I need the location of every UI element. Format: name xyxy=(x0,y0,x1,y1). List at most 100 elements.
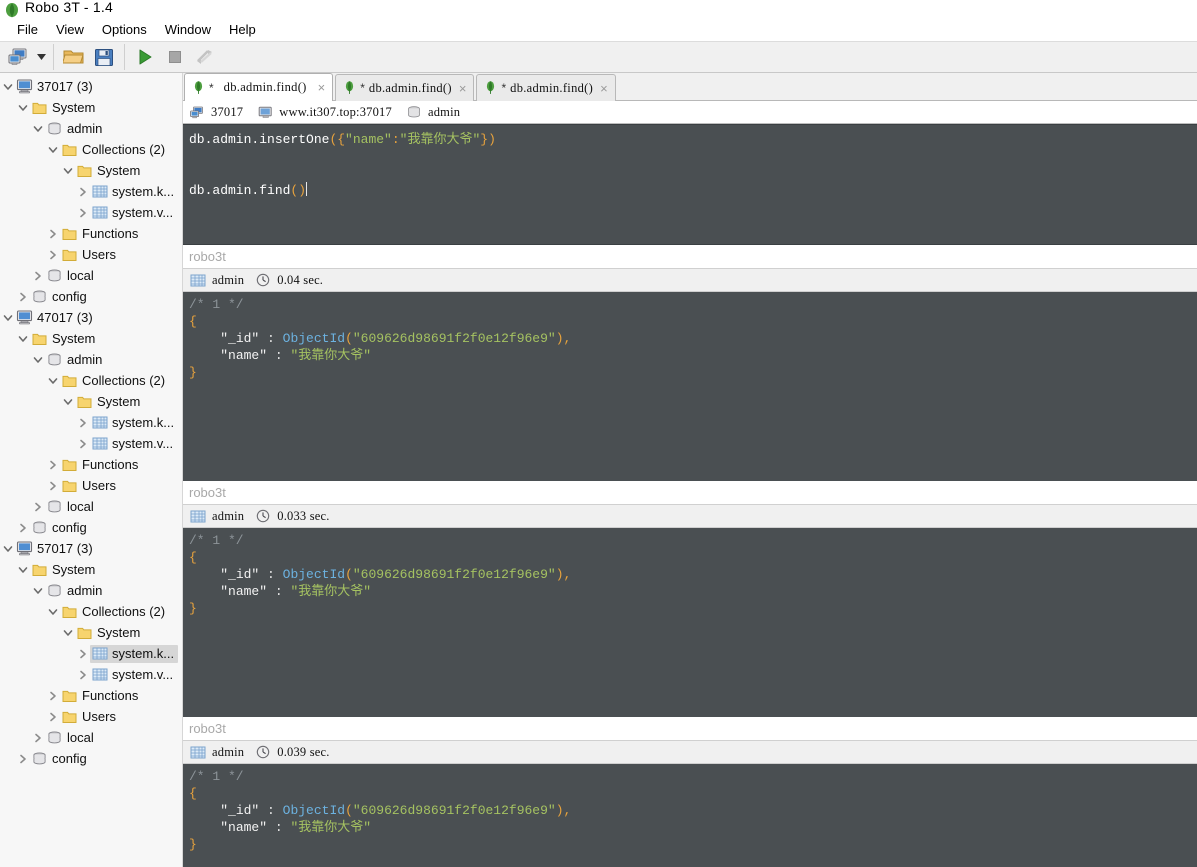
computers-icon xyxy=(189,105,205,119)
tree-twisty[interactable] xyxy=(30,265,45,286)
tree-twisty[interactable] xyxy=(75,202,90,223)
result-id-key: "_id" xyxy=(220,803,260,818)
tab-2[interactable]: * db.admin.find() × xyxy=(476,74,616,101)
tree-twisty[interactable] xyxy=(75,412,90,433)
tree-item-systemv[interactable]: system.v... xyxy=(0,433,182,454)
result-collection: admin xyxy=(189,745,244,760)
tree-twisty[interactable] xyxy=(0,76,15,97)
tree-item-systemk[interactable]: system.k... xyxy=(0,643,182,664)
tree-item-local[interactable]: local xyxy=(0,496,182,517)
tree-item-config[interactable]: config xyxy=(0,517,182,538)
tree-twisty[interactable] xyxy=(30,580,45,601)
tree-item-local[interactable]: local xyxy=(0,727,182,748)
tree-server-37017[interactable]: 37017 (3) xyxy=(0,76,182,97)
tree-item-systemk[interactable]: system.k... xyxy=(0,181,182,202)
tree-item-users[interactable]: Users xyxy=(0,475,182,496)
tree-twisty[interactable] xyxy=(30,118,45,139)
tree-item-collections2[interactable]: Collections (2) xyxy=(0,370,182,391)
tree-twisty[interactable] xyxy=(45,685,60,706)
tree-twisty[interactable] xyxy=(45,370,60,391)
tree-twisty[interactable] xyxy=(75,181,90,202)
tree-twisty[interactable] xyxy=(30,349,45,370)
explorer-tree-pane[interactable]: 37017 (3) System admin Collections (2) Syste… xyxy=(0,73,183,867)
tree-item-system[interactable]: System xyxy=(0,391,182,412)
tree-item-systemk[interactable]: system.k... xyxy=(0,412,182,433)
connect-dropdown[interactable] xyxy=(34,44,48,70)
tree-item-admin[interactable]: admin xyxy=(0,580,182,601)
menu-window[interactable]: Window xyxy=(156,20,220,39)
tree-twisty[interactable] xyxy=(0,538,15,559)
tab-0[interactable]: * db.admin.find() × xyxy=(184,73,334,101)
tree-item-collections2[interactable]: Collections (2) xyxy=(0,139,182,160)
tree-item-system[interactable]: System xyxy=(0,328,182,349)
tree-twisty[interactable] xyxy=(45,223,60,244)
tree-item-users[interactable]: Users xyxy=(0,244,182,265)
result-body[interactable]: /* 1 */{ "_id" : ObjectId("609626d98691f… xyxy=(183,292,1197,481)
tree-item-system[interactable]: System xyxy=(0,160,182,181)
editor-line-2: db.admin.find() xyxy=(189,182,1197,199)
tree-item-system[interactable]: System xyxy=(0,559,182,580)
open-script-button[interactable] xyxy=(59,43,89,71)
tree-item-systemv[interactable]: system.v... xyxy=(0,664,182,685)
database-icon xyxy=(31,289,48,305)
result-body[interactable]: /* 1 */{ "_id" : ObjectId("609626d98691f… xyxy=(183,764,1197,867)
tab-close-icon[interactable]: × xyxy=(459,82,467,95)
tree-item-users[interactable]: Users xyxy=(0,706,182,727)
tree-item-collections2[interactable]: Collections (2) xyxy=(0,601,182,622)
tree-twisty[interactable] xyxy=(15,748,30,769)
tree-server-57017[interactable]: 57017 (3) xyxy=(0,538,182,559)
tree-item-functions[interactable]: Functions xyxy=(0,223,182,244)
tree-twisty[interactable] xyxy=(0,307,15,328)
menu-options[interactable]: Options xyxy=(93,20,156,39)
tree-twisty[interactable] xyxy=(75,664,90,685)
tree-twisty[interactable] xyxy=(45,244,60,265)
tree-twisty[interactable] xyxy=(15,328,30,349)
menu-file[interactable]: File xyxy=(8,20,47,39)
tree-item-local[interactable]: local xyxy=(0,265,182,286)
tab-close-icon[interactable]: × xyxy=(600,82,608,95)
tree-item-system[interactable]: System xyxy=(0,97,182,118)
save-script-button[interactable] xyxy=(89,43,119,71)
tree-twisty[interactable] xyxy=(15,97,30,118)
tab-close-icon[interactable]: × xyxy=(318,81,326,94)
result-body[interactable]: /* 1 */{ "_id" : ObjectId("609626d98691f… xyxy=(183,528,1197,717)
tree-item-admin[interactable]: admin xyxy=(0,349,182,370)
tree-twisty[interactable] xyxy=(45,139,60,160)
tree-twisty[interactable] xyxy=(30,496,45,517)
tree-item-system[interactable]: System xyxy=(0,622,182,643)
tree-twisty[interactable] xyxy=(75,643,90,664)
tree-twisty[interactable] xyxy=(60,622,75,643)
tree-twisty[interactable] xyxy=(30,727,45,748)
tree-item-functions[interactable]: Functions xyxy=(0,685,182,706)
query-editor[interactable]: db.admin.insertOne({"name":"我靠你大爷"}) db.… xyxy=(183,124,1197,245)
tree-twisty[interactable] xyxy=(45,475,60,496)
refresh-button[interactable] xyxy=(190,43,220,71)
collection-icon xyxy=(92,185,107,198)
stop-button[interactable] xyxy=(160,43,190,71)
tree-item-systemv[interactable]: system.v... xyxy=(0,202,182,223)
result-title-bar: robo3t xyxy=(183,245,1197,268)
execute-button[interactable] xyxy=(130,43,160,71)
tree-server-47017[interactable]: 47017 (3) xyxy=(0,307,182,328)
tree-twisty[interactable] xyxy=(75,433,90,454)
tree-twisty[interactable] xyxy=(45,454,60,475)
chevron-right-icon xyxy=(79,670,86,679)
tree-item-functions[interactable]: Functions xyxy=(0,454,182,475)
tree-twisty[interactable] xyxy=(60,160,75,181)
tree-item-config[interactable]: config xyxy=(0,748,182,769)
collection-icon xyxy=(92,647,107,660)
connect-button[interactable] xyxy=(4,43,34,71)
folder-icon xyxy=(61,247,78,263)
tree-twisty[interactable] xyxy=(15,286,30,307)
tree-twisty[interactable] xyxy=(45,706,60,727)
tree-twisty[interactable] xyxy=(15,559,30,580)
tree-twisty[interactable] xyxy=(45,601,60,622)
tree-item-admin[interactable]: admin xyxy=(0,118,182,139)
tab-1[interactable]: * db.admin.find() × xyxy=(335,74,475,101)
tree-twisty[interactable] xyxy=(15,517,30,538)
toolbar-group-connect xyxy=(0,43,52,71)
menu-help[interactable]: Help xyxy=(220,20,265,39)
menu-view[interactable]: View xyxy=(47,20,93,39)
tree-item-config[interactable]: config xyxy=(0,286,182,307)
tree-twisty[interactable] xyxy=(60,391,75,412)
